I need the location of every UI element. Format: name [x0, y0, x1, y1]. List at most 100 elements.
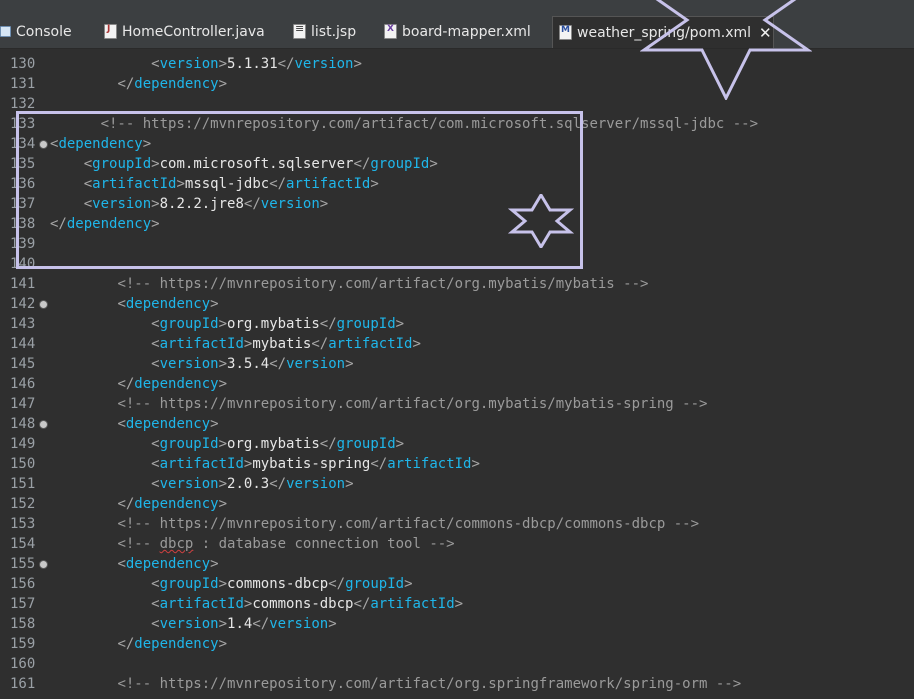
xml-text: 2.0.3 [227, 476, 270, 492]
line-number: 141 [10, 276, 36, 292]
line-number: 160 [10, 656, 36, 672]
xml-text: 1.4 [227, 616, 253, 632]
xml-bracket: > [210, 556, 219, 572]
code-line[interactable]: <artifactId>commons-dbcp</artifactId> [50, 594, 463, 614]
xml-bracket: > [218, 636, 228, 652]
code-line[interactable]: </dependency> [50, 634, 227, 654]
line-number: 139 [10, 236, 36, 252]
fold-marker-icon[interactable] [39, 300, 48, 309]
xml-tag-name: dependency [134, 496, 219, 512]
tab-label: weather_spring/pom.xml [577, 24, 752, 41]
code-line[interactable]: <version>2.0.3</version> [50, 474, 353, 494]
line-number: 131 [10, 76, 36, 92]
console-icon [0, 26, 11, 37]
xml-bracket: </ [311, 336, 329, 352]
code-line[interactable]: <artifactId>mybatis</artifactId> [50, 334, 421, 354]
code-line[interactable]: </dependency> [50, 494, 227, 514]
fold-marker-icon[interactable] [39, 560, 48, 569]
tab-weather-spring-pom-xml[interactable]: weather_spring/pom.xml ✕ [552, 16, 774, 48]
code-line[interactable]: <artifactId>mssql-jdbc</artifactId> [50, 174, 379, 194]
xml-bracket: </ [117, 376, 135, 392]
java-file-icon [104, 24, 117, 39]
tab-list-jsp[interactable]: list.jsp [293, 16, 373, 47]
xml-text: mybatis-spring [252, 456, 371, 472]
xml-bracket: > [218, 56, 228, 72]
xml-bracket: > [471, 456, 480, 472]
code-line[interactable]: </dependency> [50, 374, 227, 394]
xml-bracket: </ [269, 176, 287, 192]
code-line[interactable]: <dependency> [50, 554, 219, 574]
code-line[interactable]: <!-- https://mvnrepository.com/artifact/… [50, 274, 648, 294]
xml-bracket: < [151, 456, 160, 472]
xml-bracket: > [345, 356, 354, 372]
xml-tag-name: groupId [92, 156, 152, 172]
xml-text: mssql-jdbc [184, 176, 270, 192]
xml-tag-name: dependency [58, 136, 143, 152]
tab-homecontroller-java[interactable]: HomeController.java [104, 16, 274, 47]
maven-pom-icon [559, 25, 572, 40]
editor-tab-bar: Console HomeController.java list.jsp boa… [0, 0, 914, 49]
xml-bracket: > [395, 436, 405, 452]
xml-bracket: > [412, 336, 421, 352]
close-tab-icon[interactable]: ✕ [759, 24, 772, 42]
code-line[interactable]: <!-- https://mvnrepository.com/artifact/… [50, 394, 707, 414]
code-line[interactable]: <!-- https://mvnrepository.com/artifact/… [50, 674, 741, 694]
code-line[interactable]: <dependency> [50, 134, 151, 154]
fold-marker-icon[interactable] [39, 420, 48, 429]
xml-bracket: </ [353, 596, 371, 612]
xml-bracket: > [151, 216, 160, 232]
code-line[interactable]: <dependency> [50, 414, 218, 434]
xml-bracket: </ [370, 456, 388, 472]
code-line[interactable]: <groupId>com.microsoft.sqlserver</groupI… [50, 154, 438, 174]
xml-bracket: < [151, 616, 160, 632]
code-line[interactable]: <dependency> [50, 294, 218, 314]
xml-bracket: > [218, 76, 228, 92]
fold-marker-icon[interactable] [39, 140, 48, 149]
code-editor[interactable]: <version>5.1.31</version> </dependency> … [50, 51, 914, 699]
tab-console[interactable]: Console [0, 16, 88, 47]
line-number: 147 [10, 396, 36, 412]
xml-text: commons-dbcp [227, 576, 329, 592]
xml-comment: <!-- https://mvnrepository.com/artifact/… [117, 676, 742, 692]
line-number: 149 [10, 436, 36, 452]
code-line[interactable]: <groupId>org.mybatis</groupId> [50, 314, 404, 334]
xml-bracket: > [151, 196, 160, 212]
xml-tag-name: artifactId [370, 596, 455, 612]
xml-bracket: </ [319, 316, 337, 332]
code-line[interactable]: </dependency> [50, 74, 227, 94]
code-line[interactable]: <groupId>commons-dbcp</groupId> [50, 574, 412, 594]
code-line[interactable]: <version>1.4</version> [50, 614, 337, 634]
tab-board-mapper-xml[interactable]: board-mapper.xml [384, 16, 544, 47]
code-line[interactable]: </dependency> [50, 214, 160, 234]
xml-bracket: < [83, 176, 93, 192]
xml-text: commons-dbcp [252, 596, 354, 612]
xml-text: 3.5.4 [227, 356, 270, 372]
line-number: 156 [10, 576, 36, 592]
xml-tag-name: groupId [159, 436, 219, 452]
xml-bracket: > [142, 136, 152, 152]
code-line[interactable]: <!-- https://mvnrepository.com/artifact/… [50, 514, 699, 534]
xml-bracket: < [83, 156, 93, 172]
line-number: 161 [10, 676, 36, 692]
code-line[interactable]: <version>3.5.4</version> [50, 354, 354, 374]
line-number: 150 [10, 456, 36, 472]
line-number-gutter: 130 131 132 133 134 135 136 137 138 139 140 141 142 1… [0, 51, 48, 699]
line-number: 157 [10, 596, 36, 612]
xml-bracket: > [319, 196, 329, 212]
xml-tag-name: version [260, 196, 320, 212]
xml-bracket: < [83, 196, 93, 212]
line-number: 136 [10, 176, 36, 192]
code-line[interactable]: <groupId>org.mybatis</groupId> [50, 434, 404, 454]
xml-file-icon [384, 24, 397, 39]
xml-tag-name: dependency [134, 636, 219, 652]
code-line[interactable]: <!-- dbcp : database connection tool --> [50, 534, 454, 554]
code-line[interactable]: <version>5.1.31</version> [50, 54, 362, 74]
xml-comment: <!-- https://mvnrepository.com/artifact/… [100, 116, 759, 132]
xml-bracket: </ [243, 196, 261, 212]
xml-tag-name: artifactId [92, 176, 177, 192]
code-line[interactable]: <artifactId>mybatis-spring</artifactId> [50, 454, 480, 474]
code-line[interactable]: <!-- https://mvnrepository.com/artifact/… [50, 114, 758, 134]
code-line[interactable]: <version>8.2.2.jre8</version> [50, 194, 329, 214]
line-number: 153 [10, 516, 36, 532]
xml-text: com.microsoft.sqlserver [159, 156, 354, 172]
